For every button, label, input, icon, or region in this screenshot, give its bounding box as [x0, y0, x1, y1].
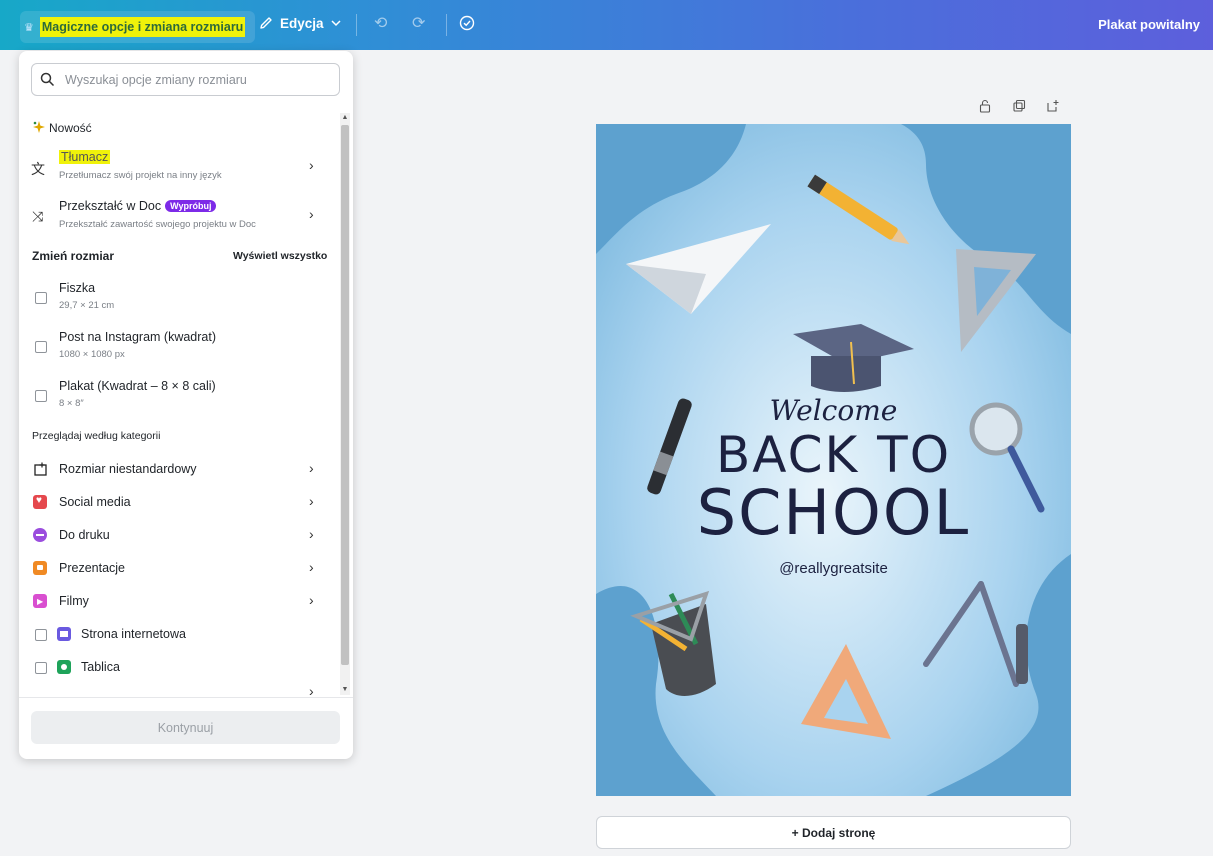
- duplicate-icon[interactable]: [1012, 99, 1026, 113]
- search-input[interactable]: [63, 71, 327, 88]
- more-categories-item[interactable]: ›: [19, 683, 339, 697]
- scrollbar-thumb[interactable]: [341, 125, 349, 665]
- size-title: Fiszka: [59, 281, 96, 295]
- resize-panel: Nowość 文 Tłumacz Przetłumacz swój projek…: [19, 51, 353, 759]
- chevron-right-icon: ›: [309, 526, 314, 542]
- category-label: Filmy: [59, 594, 89, 608]
- category-label: Rozmiar niestandardowy: [59, 462, 197, 476]
- video-icon: ▶: [33, 594, 47, 608]
- category-print[interactable]: Do druku ›: [19, 523, 339, 549]
- size-checkbox[interactable]: [35, 341, 47, 353]
- translate-icon: 文: [31, 161, 45, 177]
- try-badge: Wypróbuj: [165, 200, 217, 212]
- page-toolbar: [978, 99, 1060, 113]
- edit-menu-label: Edycja: [280, 15, 324, 31]
- poster-welcome-text[interactable]: Welcome: [596, 394, 1071, 427]
- magic-resize-label: Magiczne opcje i zmiana rozmiaru: [39, 17, 246, 37]
- new-section-title: Nowość: [49, 121, 92, 135]
- divider: [19, 697, 353, 698]
- size-option-instagram[interactable]: Post na Instagram (kwadrat) 1080 × 1080 …: [19, 328, 339, 364]
- chevron-right-icon: ›: [309, 559, 314, 575]
- category-checkbox[interactable]: [35, 629, 47, 641]
- divider: [446, 14, 447, 36]
- chevron-right-icon: ›: [309, 460, 314, 476]
- size-option-poster[interactable]: Plakat (Kwadrat – 8 × 8 cali) 8 × 8″: [19, 377, 339, 413]
- top-bar: ♛ Magiczne opcje i zmiana rozmiaru Edycj…: [0, 0, 1213, 50]
- category-checkbox[interactable]: [35, 662, 47, 674]
- category-videos[interactable]: ▶ Filmy ›: [19, 589, 339, 615]
- resize-section-title: Zmień rozmiar: [32, 249, 115, 263]
- cloud-saved-icon[interactable]: [458, 14, 476, 37]
- size-dimensions: 29,7 × 21 cm: [59, 300, 115, 311]
- pencil-icon: [260, 17, 272, 29]
- category-label: Prezentacje: [59, 561, 126, 575]
- show-all-link[interactable]: Wyświetl wszystko: [233, 250, 327, 262]
- category-custom-size[interactable]: Rozmiar niestandardowy ›: [19, 457, 339, 483]
- chevron-right-icon: ›: [309, 157, 314, 173]
- undo-icon[interactable]: ⟲: [374, 13, 387, 33]
- category-label: Do druku: [59, 528, 110, 542]
- chevron-right-icon: ›: [309, 493, 314, 509]
- document-title[interactable]: Plakat powitalny: [1098, 17, 1200, 32]
- category-label: Social media: [59, 495, 131, 509]
- size-dimensions: 8 × 8″: [59, 398, 84, 409]
- options-list[interactable]: Nowość 文 Tłumacz Przetłumacz swój projek…: [19, 109, 353, 697]
- chevron-right-icon: ›: [309, 683, 314, 697]
- chevron-down-icon: [331, 20, 341, 27]
- search-box[interactable]: [31, 63, 340, 96]
- continue-button[interactable]: Kontynuuj: [31, 711, 340, 744]
- chevron-right-icon: ›: [309, 592, 314, 608]
- presentation-icon: [33, 561, 47, 575]
- whiteboard-icon: [57, 660, 71, 674]
- redo-icon[interactable]: ⟳: [412, 13, 425, 33]
- website-icon: [57, 627, 71, 641]
- category-presentations[interactable]: Prezentacje ›: [19, 556, 339, 582]
- print-icon: [33, 528, 47, 542]
- crown-icon: ♛: [24, 21, 34, 34]
- add-page-button[interactable]: + Dodaj stronę: [596, 816, 1071, 849]
- convert-to-doc-title: Przekształć w Doc Wypróbuj: [59, 199, 217, 213]
- convert-to-doc-option[interactable]: ⤨ Przekształć w Doc Wypróbuj Przekształć …: [19, 196, 339, 236]
- category-whiteboard[interactable]: Tablica: [19, 655, 339, 681]
- scrollbar[interactable]: ▲ ▼: [340, 113, 350, 695]
- lock-icon[interactable]: [978, 99, 992, 113]
- category-website[interactable]: Strona internetowa: [19, 622, 339, 648]
- magic-resize-button[interactable]: ♛ Magiczne opcje i zmiana rozmiaru: [20, 11, 256, 43]
- category-social-media[interactable]: ♥ Social media ›: [19, 490, 339, 516]
- translator-title: Tłumacz: [59, 150, 111, 164]
- size-option-flashcard[interactable]: Fiszka 29,7 × 21 cm: [19, 279, 339, 315]
- custom-size-icon: [34, 462, 47, 476]
- design-canvas[interactable]: Welcome BACK TO SCHOOL @reallygreatsite: [596, 124, 1071, 796]
- size-checkbox[interactable]: [35, 390, 47, 402]
- size-title: Post na Instagram (kwadrat): [59, 330, 217, 344]
- convert-to-doc-label: Przekształć w Doc: [59, 199, 162, 213]
- poster-headline-line2[interactable]: SCHOOL: [596, 476, 1071, 549]
- divider: [356, 14, 357, 36]
- scroll-up-arrow[interactable]: ▲: [340, 113, 350, 123]
- size-checkbox[interactable]: [35, 292, 47, 304]
- heart-icon: ♥: [33, 495, 47, 509]
- convert-to-doc-subtitle: Przekształć zawartość swojego projektu w…: [59, 219, 256, 230]
- translator-option[interactable]: 文 Tłumacz Przetłumacz swój projekt na in…: [19, 145, 339, 187]
- chevron-right-icon: ›: [309, 206, 314, 222]
- size-title: Plakat (Kwadrat – 8 × 8 cali): [59, 379, 216, 393]
- category-label: Tablica: [81, 660, 120, 674]
- browse-section-title: Przeglądaj według kategorii: [32, 430, 161, 442]
- scroll-down-arrow[interactable]: ▼: [340, 685, 350, 695]
- search-icon: [40, 72, 55, 87]
- sparkle-icon: [33, 121, 45, 133]
- translator-subtitle: Przetłumacz swój projekt na inny język: [59, 170, 222, 181]
- poster-handle-text[interactable]: @reallygreatsite: [596, 560, 1071, 577]
- edit-menu-button[interactable]: Edycja: [258, 15, 342, 31]
- category-label: Strona internetowa: [81, 627, 186, 641]
- add-page-icon[interactable]: [1046, 99, 1060, 113]
- shuffle-icon: ⤨: [32, 208, 44, 224]
- size-dimensions: 1080 × 1080 px: [59, 349, 125, 360]
